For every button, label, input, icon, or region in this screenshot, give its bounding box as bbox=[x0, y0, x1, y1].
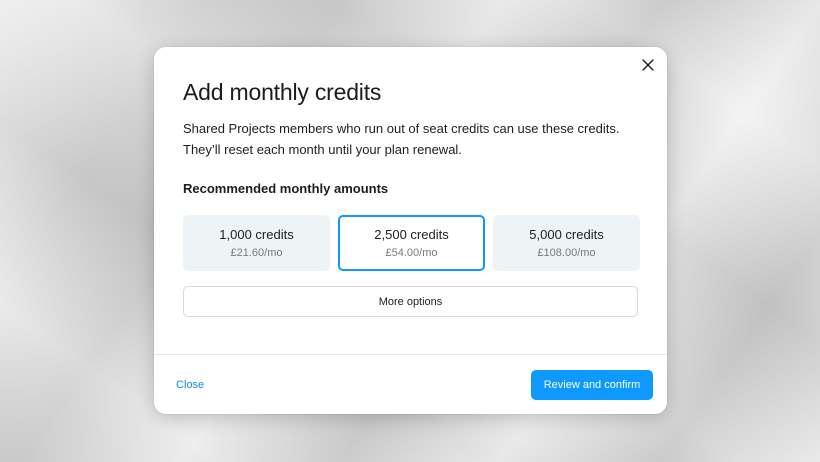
add-credits-dialog: Add monthly credits Shared Projects memb… bbox=[154, 47, 667, 414]
description-line-1: Shared Projects members who run out of s… bbox=[183, 121, 620, 136]
option-price: £54.00/mo bbox=[385, 246, 438, 259]
option-price: £21.60/mo bbox=[230, 246, 283, 259]
description-line-2: They’ll reset each month until your plan… bbox=[183, 142, 462, 157]
review-and-confirm-button[interactable]: Review and confirm bbox=[531, 370, 653, 400]
close-icon[interactable] bbox=[639, 56, 657, 74]
credit-option-2500[interactable]: 2,500 credits £54.00/mo bbox=[338, 215, 485, 271]
option-credits: 5,000 credits bbox=[529, 226, 604, 242]
footer-divider bbox=[154, 354, 667, 355]
credit-option-1000[interactable]: 1,000 credits £21.60/mo bbox=[183, 215, 330, 271]
more-options-button[interactable]: More options bbox=[183, 286, 638, 317]
option-credits: 1,000 credits bbox=[219, 226, 294, 242]
option-credits: 2,500 credits bbox=[374, 226, 449, 242]
credit-options: 1,000 credits £21.60/mo 2,500 credits £5… bbox=[183, 215, 640, 271]
dialog-title: Add monthly credits bbox=[183, 79, 382, 105]
section-label: Recommended monthly amounts bbox=[183, 181, 389, 196]
close-icon-glyph bbox=[642, 59, 654, 71]
option-price: £108.00/mo bbox=[537, 246, 596, 259]
dialog-description: Shared Projects members who run out of s… bbox=[183, 118, 643, 160]
close-button[interactable]: Close bbox=[176, 379, 204, 391]
credit-option-5000[interactable]: 5,000 credits £108.00/mo bbox=[493, 215, 640, 271]
